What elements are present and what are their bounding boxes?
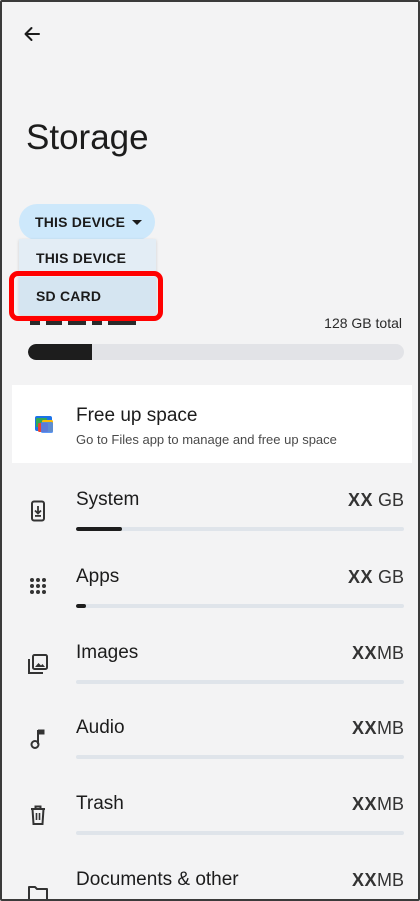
images-icon <box>26 652 50 676</box>
back-button[interactable] <box>18 20 46 48</box>
category-usage-fill <box>76 527 122 531</box>
category-label: Images <box>76 642 139 663</box>
trash-icon <box>26 803 50 827</box>
music-note-icon <box>26 727 50 751</box>
category-row-audio[interactable]: Audio XXMB <box>2 717 418 793</box>
storage-usage-fill <box>28 344 92 360</box>
category-row-images[interactable]: Images XXMB <box>2 642 418 718</box>
dropdown-caret-icon <box>132 220 142 225</box>
total-storage-label: 128 GB total <box>324 315 402 331</box>
category-label: Apps <box>76 566 120 587</box>
page-title: Storage <box>26 118 149 157</box>
category-label: System <box>76 489 140 510</box>
category-size: XXMB <box>351 718 404 738</box>
category-size: XXMB <box>351 794 404 814</box>
folder-icon <box>26 881 50 899</box>
category-size: XXMB <box>351 643 404 663</box>
category-label: Documents & other <box>76 869 239 890</box>
free-up-space-card[interactable]: Free up space Go to Files app to manage … <box>12 385 412 463</box>
category-usage-bar <box>76 680 404 684</box>
files-app-icon <box>35 416 53 433</box>
highlight-annotation <box>9 271 163 321</box>
category-usage-bar <box>76 604 404 608</box>
arrow-back-icon <box>24 27 40 41</box>
category-usage-bar <box>76 831 404 835</box>
category-label: Trash <box>76 793 124 814</box>
category-row-documents[interactable]: Documents & other XXMB <box>2 869 418 899</box>
category-size: XX GB <box>347 490 404 510</box>
phone-screen: Storage THIS DEVICE THIS DEVICE SD CARD … <box>0 0 420 901</box>
category-label: Audio <box>76 717 125 738</box>
free-up-space-title: Free up space <box>76 405 198 426</box>
used-storage-redacted <box>30 318 160 328</box>
system-icon <box>26 499 50 523</box>
category-usage-bar <box>76 527 404 531</box>
device-selector-label: THIS DEVICE <box>35 214 126 230</box>
category-row-trash[interactable]: Trash XXMB <box>2 793 418 869</box>
storage-usage-bar <box>28 344 404 360</box>
apps-grid-icon <box>26 574 50 598</box>
category-size: XXMB <box>351 870 404 890</box>
category-size: XX GB <box>347 567 404 587</box>
category-usage-bar <box>76 755 404 759</box>
category-usage-fill <box>76 604 86 608</box>
device-selector-chip[interactable]: THIS DEVICE <box>19 204 155 240</box>
category-row-system[interactable]: System XX GB <box>2 489 418 565</box>
free-up-space-subtitle: Go to Files app to manage and free up sp… <box>76 432 337 447</box>
category-row-apps[interactable]: Apps XX GB <box>2 566 418 642</box>
